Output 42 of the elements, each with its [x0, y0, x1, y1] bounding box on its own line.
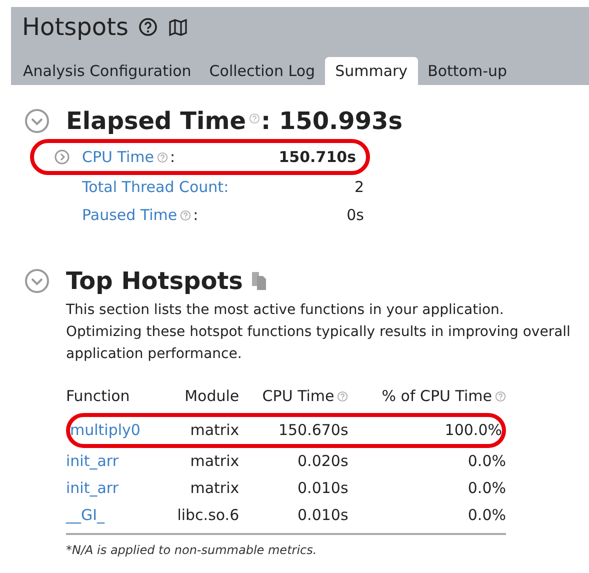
colon: :	[170, 148, 176, 166]
table-cell: 100.0%	[444, 421, 502, 439]
function-link[interactable]: init_arr	[66, 479, 118, 497]
metric-link[interactable]: Total Thread Count:	[82, 178, 229, 196]
table-cell: 0.010s	[298, 479, 348, 497]
metric-value: 2	[354, 178, 364, 196]
tab[interactable]: Bottom-up	[420, 57, 516, 85]
column-header: Module	[184, 387, 240, 405]
expand-icon[interactable]	[54, 149, 70, 165]
elapsed-time-value: : 150.993s	[260, 107, 403, 135]
table-cell: 150.670s	[278, 421, 348, 439]
help-icon[interactable]	[138, 17, 158, 37]
collapse-icon[interactable]	[24, 108, 50, 134]
elapsed-time-label: Elapsed Time	[66, 107, 246, 135]
footnote: *N/A is applied to non-summable metrics.	[66, 543, 318, 557]
colon: :	[193, 206, 198, 224]
metric-link[interactable]: Paused Time	[82, 206, 178, 224]
table-cell: 0.0%	[468, 452, 506, 470]
table-cell: matrix	[190, 452, 240, 470]
table-cell: 0.010s	[298, 506, 348, 524]
function-link[interactable]: __GI_	[66, 506, 105, 524]
column-header: CPU Time	[262, 387, 334, 405]
table-cell: 0.0%	[468, 479, 506, 497]
table-cell: 0.020s	[298, 452, 348, 470]
collapse-icon[interactable]	[24, 268, 50, 294]
tab[interactable]: Summary	[325, 57, 418, 85]
table-cell: matrix	[190, 479, 240, 497]
copy-icon[interactable]	[250, 271, 267, 291]
metric-value: 150.710s	[278, 148, 356, 166]
window-title: Hotspots	[22, 13, 128, 41]
column-header: % of CPU Time	[382, 387, 492, 405]
table-cell: 0.0%	[468, 506, 506, 524]
section-title: Top Hotspots	[66, 267, 243, 295]
column-header: Function	[66, 387, 130, 405]
function-link[interactable]: init_arr	[66, 452, 118, 470]
table-cell: matrix	[190, 421, 240, 439]
tab[interactable]: Collection Log	[201, 57, 324, 85]
tab[interactable]: Analysis Configuration	[15, 57, 200, 85]
section-description: This section lists the most active functions in your application. Optimizing these hotspot functions typically results in improving overall application performance.	[66, 301, 572, 364]
metric-link[interactable]: CPU Time	[82, 148, 154, 166]
table-cell: libc.so.6	[177, 506, 240, 524]
metric-value: 0s	[346, 206, 364, 224]
